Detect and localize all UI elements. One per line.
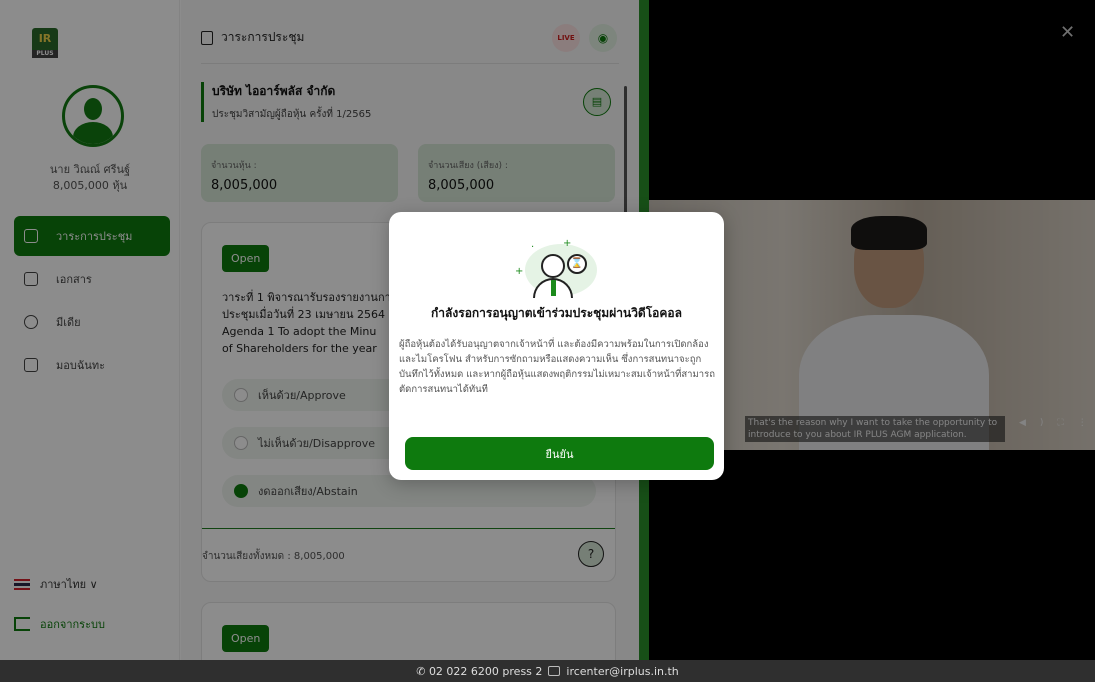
email-icon	[548, 666, 561, 676]
video-call-waiting-dialog: ⌛ + + · กำลังรอการอนุญาตเข้าร่วมประชุมผ่…	[389, 212, 724, 480]
dialog-description: ผู้ถือหุ้นต้องได้รับอนุญาตจากเจ้าหน้าที่…	[399, 339, 715, 395]
confirm-button[interactable]: ยืนยัน	[405, 437, 714, 470]
dialog-title: กำลังรอการอนุญาตเข้าร่วมประชุมผ่านวิดีโอ…	[431, 306, 682, 320]
hourglass-icon: ⌛	[567, 254, 587, 274]
footer: ✆ 02 022 6200 press 2 ircenter@irplus.in…	[0, 660, 1095, 682]
phone-icon: ✆	[416, 664, 426, 678]
waiting-illustration: ⌛ + + ·	[511, 238, 603, 300]
footer-phone: 02 022 6200 press 2	[428, 664, 543, 678]
footer-email[interactable]: ircenter@irplus.in.th	[566, 665, 678, 678]
